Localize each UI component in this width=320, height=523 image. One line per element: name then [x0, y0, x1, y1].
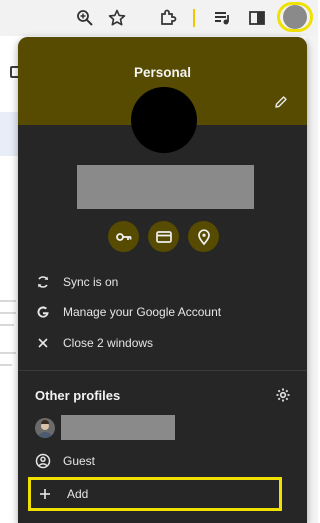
page-line [0, 364, 12, 366]
page-line [0, 352, 16, 354]
page-banner [0, 112, 18, 156]
addresses-button[interactable] [188, 221, 219, 252]
close-icon [33, 333, 53, 353]
manage-google-account-item[interactable]: Manage your Google Account [18, 296, 307, 328]
location-pin-icon [197, 228, 210, 245]
key-icon [115, 232, 131, 241]
add-profile-label: Add [67, 487, 89, 501]
profile-picture [131, 87, 197, 153]
page-line [0, 324, 14, 326]
page-line [0, 312, 16, 314]
manage-google-account-label: Manage your Google Account [63, 305, 222, 319]
sync-status-item[interactable]: Sync is on [18, 266, 307, 298]
payment-methods-button[interactable] [148, 221, 179, 252]
sync-icon [33, 272, 53, 292]
pencil-icon [275, 96, 287, 108]
credit-card-icon [155, 230, 172, 243]
extensions-icon[interactable] [156, 6, 180, 30]
guest-profile-item[interactable]: Guest [18, 445, 307, 477]
plus-icon [37, 486, 53, 502]
toolbar-separator [193, 9, 195, 27]
menu-divider [18, 370, 307, 371]
reading-list-icon[interactable] [210, 6, 234, 30]
redacted-profile-name [61, 415, 175, 440]
gear-icon [276, 388, 290, 402]
other-profiles-header: Other profiles [35, 388, 121, 403]
add-profile-button[interactable]: Add [28, 477, 282, 511]
profile-name: Personal [133, 65, 192, 80]
sync-status-label: Sync is on [63, 275, 119, 289]
side-panel-icon[interactable] [245, 6, 269, 30]
manage-profiles-button[interactable] [273, 385, 293, 405]
guest-icon [33, 451, 53, 471]
profile-avatar-icon [283, 5, 307, 29]
google-icon [33, 302, 53, 322]
passwords-button[interactable] [108, 221, 139, 252]
bookmark-star-icon[interactable] [105, 6, 129, 30]
profile-menu: Personal Sync is on Manage your Google A… [18, 37, 307, 523]
guest-label: Guest [63, 454, 96, 468]
page-line [0, 300, 16, 302]
redacted-account-info [77, 165, 254, 209]
page-right-edge [306, 36, 318, 523]
close-windows-label: Close 2 windows [63, 336, 154, 350]
other-profile-item[interactable] [18, 413, 307, 443]
zoom-icon[interactable] [73, 6, 97, 30]
browser-toolbar [0, 0, 318, 36]
other-profile-avatar [35, 418, 55, 438]
profile-avatar-button[interactable] [277, 2, 313, 32]
close-windows-item[interactable]: Close 2 windows [18, 327, 307, 359]
edit-profile-button[interactable] [271, 92, 291, 112]
